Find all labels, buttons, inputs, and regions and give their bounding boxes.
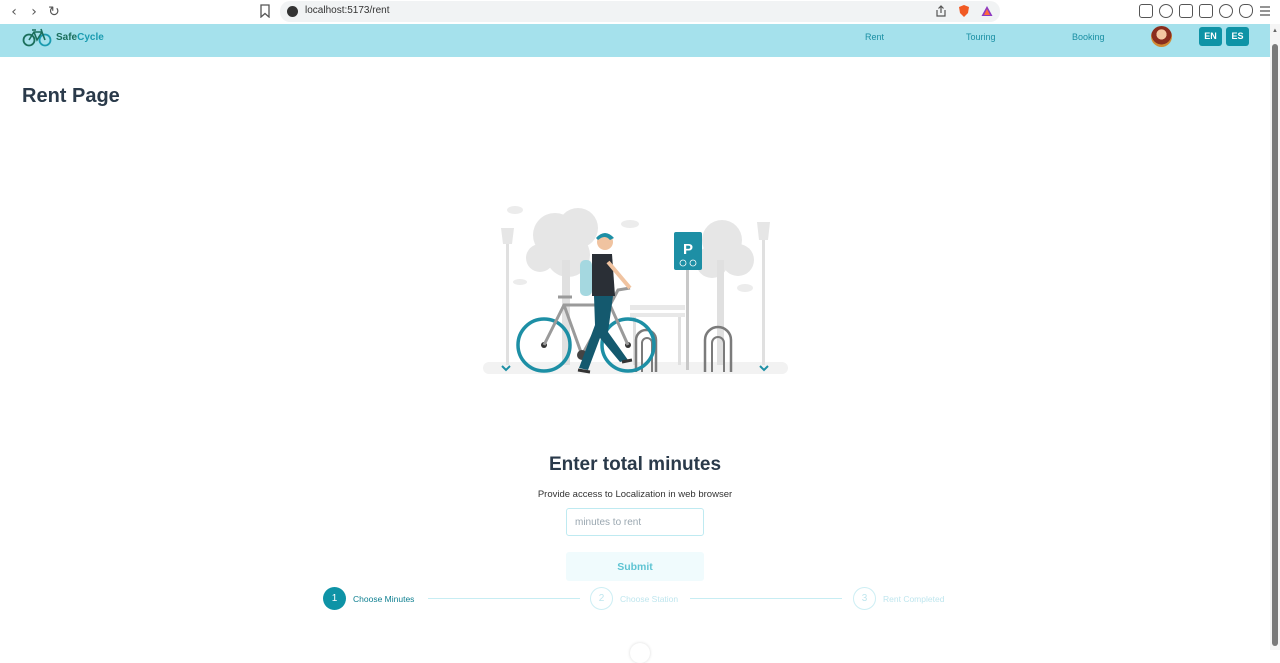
brave-shield-icon[interactable] [957,4,971,18]
minutes-input[interactable] [566,508,704,536]
step-3-circle: 3 [853,587,876,610]
nav-booking[interactable]: Booking [1072,32,1105,42]
reload-icon[interactable]: ↻ [45,3,63,21]
url-text[interactable]: localhost:5173/rent [305,5,390,16]
address-bar[interactable]: localhost:5173/rent [280,1,1000,22]
brand-name: SafeCycle [56,31,104,43]
floating-button[interactable] [630,643,650,663]
wallet-icon[interactable] [1199,4,1213,18]
step-3-label: Rent Completed [883,594,945,604]
scrollbar-thumb[interactable] [1272,44,1278,646]
step-connector [428,598,580,599]
step-2-circle: 2 [590,587,613,610]
extensions-icon[interactable] [1139,4,1153,18]
form-subtitle: Provide access to Localization in web br… [537,489,733,500]
submit-button[interactable]: Submit [566,552,704,581]
lang-es-button[interactable]: ES [1226,27,1249,46]
forward-icon[interactable]: › [25,3,43,21]
nav-touring[interactable]: Touring [966,32,996,42]
leo-icon[interactable] [1219,4,1233,18]
step-1-circle: 1 [323,587,346,610]
page-title: Rent Page [22,85,120,107]
parking-sign-letter: P [683,241,693,258]
brand-logo[interactable]: SafeCycle [22,26,104,48]
browser-toolbar: ‹ › ↻ localhost:5173/rent [0,0,1280,24]
bicycle-logo-icon [22,28,52,47]
menu-icon[interactable] [1259,5,1271,17]
step-2-label: Choose Station [620,594,679,604]
sidebar-icon[interactable] [1179,4,1193,18]
app-header: SafeCycle Rent Touring Booking EN ES [0,24,1280,57]
avatar[interactable] [1151,26,1172,47]
media-icon[interactable] [1159,4,1173,18]
bike-rental-illustration: P [483,206,788,374]
share-icon[interactable] [934,4,948,18]
scroll-up-icon[interactable]: ▲ [1272,28,1278,34]
bookmark-icon[interactable] [259,4,271,18]
back-icon[interactable]: ‹ [5,3,23,21]
site-info-icon[interactable] [287,6,298,17]
nav-rent[interactable]: Rent [865,32,884,42]
form-heading: Enter total minutes [548,454,722,475]
lang-en-button[interactable]: EN [1199,27,1222,46]
vpn-icon[interactable] [1239,4,1253,18]
step-1-label: Choose Minutes [353,594,415,604]
rewards-icon[interactable] [980,4,994,18]
step-connector [690,598,842,599]
